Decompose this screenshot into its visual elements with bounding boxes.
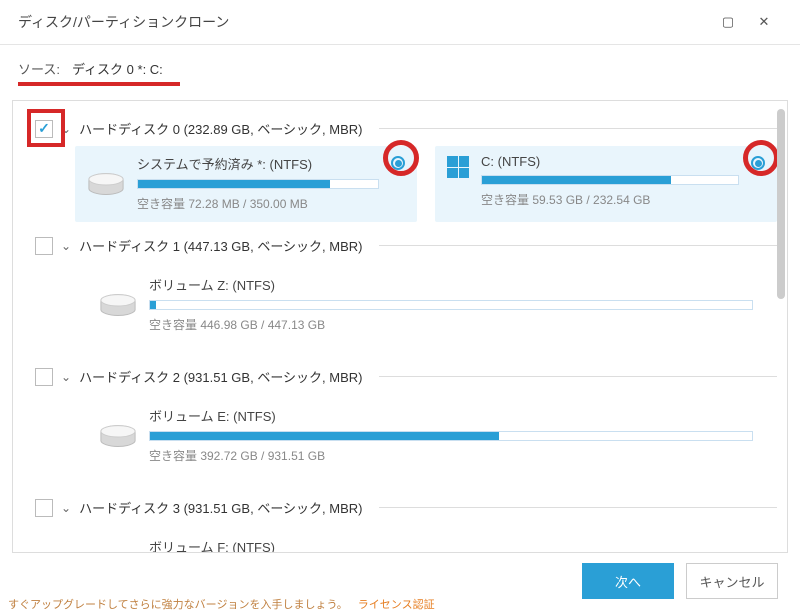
- partition-card[interactable]: システムで予約済み *: (NTFS) 空き容量 72.28 MB / 350.0…: [75, 146, 417, 222]
- usage-bar-fill: [150, 432, 499, 440]
- disk-checkbox[interactable]: [35, 499, 53, 517]
- source-label: ソース:: [18, 59, 60, 78]
- hard-disk-icon: [99, 293, 137, 319]
- divider: [379, 507, 778, 508]
- cancel-button[interactable]: キャンセル: [686, 563, 778, 599]
- usage-bar-fill: [138, 180, 330, 188]
- disk-name: ハードディスク 0 (232.89 GB, ベーシック, MBR): [79, 119, 362, 138]
- chevron-down-icon[interactable]: ⌄: [61, 501, 71, 515]
- partition-radio[interactable]: [751, 156, 765, 170]
- free-space-text: 空き容量 72.28 MB / 350.00 MB: [137, 195, 379, 212]
- divider: [379, 245, 778, 246]
- close-button[interactable]: ✕: [746, 4, 782, 40]
- partition-card[interactable]: ボリューム Z: (NTFS) 空き容量 446.98 GB / 447.13 G…: [87, 267, 765, 343]
- disk-name: ハードディスク 3 (931.51 GB, ベーシック, MBR): [79, 498, 362, 517]
- upgrade-text: すぐアップグレードしてさらに強力なバージョンを入手しましょう。: [8, 596, 348, 612]
- hard-disk-icon: [99, 424, 137, 450]
- disk-checkbox[interactable]: [35, 368, 53, 386]
- chevron-down-icon[interactable]: ⌄: [61, 370, 71, 384]
- scrollbar-thumb[interactable]: [777, 109, 785, 299]
- free-space-text: 空き容量 392.72 GB / 931.51 GB: [149, 447, 753, 464]
- maximize-button[interactable]: ▢: [710, 4, 746, 40]
- divider: [379, 128, 778, 129]
- source-highlight: [18, 82, 180, 86]
- partition-name: ボリューム F: (NTFS): [149, 537, 753, 553]
- disk-list: ⌄ ハードディスク 0 (232.89 GB, ベーシック, MBR) システムで予…: [12, 100, 788, 553]
- chevron-down-icon[interactable]: ⌄: [61, 239, 71, 253]
- window-title: ディスク/パーティションクローン: [18, 12, 710, 32]
- partition-name: C: (NTFS): [481, 154, 739, 169]
- scrollbar-track[interactable]: [777, 109, 785, 544]
- usage-bar-fill: [150, 301, 156, 309]
- partition-name: ボリューム Z: (NTFS): [149, 275, 753, 294]
- disk-checkbox[interactable]: [35, 237, 53, 255]
- free-space-text: 空き容量 446.98 GB / 447.13 GB: [149, 316, 753, 333]
- chevron-down-icon[interactable]: ⌄: [61, 122, 71, 136]
- disk-name: ハードディスク 2 (931.51 GB, ベーシック, MBR): [79, 367, 362, 386]
- divider: [379, 376, 778, 377]
- partition-card[interactable]: ボリューム E: (NTFS) 空き容量 392.72 GB / 931.51 G…: [87, 398, 765, 474]
- usage-bar: [149, 300, 753, 310]
- usage-bar: [137, 179, 379, 189]
- disk-checkbox[interactable]: [35, 120, 53, 138]
- partition-radio[interactable]: [391, 156, 405, 170]
- partition-name: システムで予約済み *: (NTFS): [137, 154, 379, 173]
- partition-card[interactable]: ボリューム F: (NTFS): [87, 529, 765, 553]
- usage-bar-fill: [482, 176, 671, 184]
- license-link[interactable]: ライセンス認証: [358, 596, 435, 612]
- free-space-text: 空き容量 59.53 GB / 232.54 GB: [481, 191, 739, 208]
- hard-disk-icon: [87, 172, 125, 198]
- next-button[interactable]: 次へ: [582, 563, 674, 599]
- disk-name: ハードディスク 1 (447.13 GB, ベーシック, MBR): [79, 236, 362, 255]
- windows-icon: [447, 156, 469, 178]
- partition-name: ボリューム E: (NTFS): [149, 406, 753, 425]
- source-value: ディスク 0 *: C:: [72, 59, 163, 78]
- partition-card[interactable]: C: (NTFS) 空き容量 59.53 GB / 232.54 GB: [435, 146, 777, 222]
- usage-bar: [149, 431, 753, 441]
- usage-bar: [481, 175, 739, 185]
